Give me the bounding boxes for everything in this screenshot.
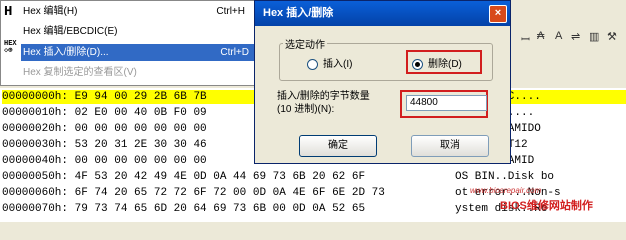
hex-bytes[interactable]: 00 00 00 00 00 00 00 [75, 155, 207, 167]
dialog-titlebar[interactable]: Hex 插入/删除 × [255, 1, 510, 26]
hex-address: 00000030h: [2, 139, 69, 151]
tools-icon[interactable]: ⚒ [607, 30, 617, 43]
hex-address: 00000040h: [2, 155, 69, 167]
find-icon[interactable]: ꟷ [521, 32, 530, 47]
hex-address: 00000000h: [2, 91, 69, 103]
hex-address: 00000050h: [2, 171, 69, 183]
hex-address: 00000060h: [2, 187, 69, 199]
hex-address: 00000010h: [2, 107, 69, 119]
insert-radio[interactable]: 插入(I) [307, 55, 352, 70]
menu-item-label: Hex 编辑(H) [23, 6, 78, 17]
toolbar: ꟷ ₳ A ⇌ ▥ ⚒ [511, 0, 626, 52]
hex-row[interactable]: 00000050h: 4F 53 20 42 49 4E 0D 0A 44 69… [2, 170, 365, 184]
hex-row[interactable]: 00000030h: 53 20 31 2E 30 30 46 [2, 138, 207, 152]
delete-radio-label: 删除(D) [428, 59, 462, 70]
hex-row[interactable]: 00000070h: 79 73 74 65 6D 20 64 69 73 6B… [2, 202, 365, 216]
menu-shortcut: Ctrl+D [220, 47, 249, 58]
hex-bytes[interactable]: 00 00 00 00 00 00 00 [75, 123, 207, 135]
menu-item-hex-insert-delete[interactable]: Hex 插入/删除(D)... Ctrl+D [21, 44, 259, 61]
hex-insert-icon: HEX ◇⊕ [4, 40, 17, 55]
edit-menu: H Hex 编辑(H) Ctrl+H Hex 编辑/EBCDIC(E) HEX ◇… [0, 0, 259, 86]
menu-item-label: Hex 复制选定的查看区(V) [23, 67, 137, 78]
insert-radio-label: 插入(I) [323, 59, 353, 70]
ok-button[interactable]: 确定 [299, 135, 377, 157]
dialog-title: Hex 插入/删除 [263, 7, 334, 19]
count-label: 插入/删除的字节数量 [277, 91, 370, 102]
action-group-title: 选定动作 [283, 36, 327, 51]
wrap-icon[interactable]: ⇌ [571, 30, 580, 43]
watermark-url: www.biosrepair.com [470, 186, 542, 195]
cancel-button[interactable]: 取消 [411, 135, 489, 157]
radio-icon [307, 58, 318, 70]
menu-item-label: Hex 编辑/EBCDIC(E) [23, 26, 118, 37]
hex-bytes[interactable]: 79 73 74 65 6D 20 64 69 73 6B 00 0D 0A 5… [75, 203, 365, 215]
hex-address: 00000020h: [2, 123, 69, 135]
close-icon: × [494, 7, 502, 19]
watermark-text: BIOS维修网站制作 [500, 200, 593, 212]
menu-item-copy-view: Hex 复制选定的查看区(V) [23, 64, 255, 81]
menu-shortcut: Ctrl+H [216, 6, 245, 17]
hex-edit-icon: H [4, 4, 13, 20]
replace-icon[interactable]: ₳ [537, 30, 544, 42]
hex-row[interactable]: 00000040h: 00 00 00 00 00 00 00 [2, 154, 207, 168]
menu-item-hex-ebcdic[interactable]: Hex 编辑/EBCDIC(E) [23, 23, 255, 40]
hex-ascii[interactable]: OS BIN..Disk bo [455, 170, 554, 184]
hex-row[interactable]: 00000010h: 02 E0 00 40 0B F0 09 [2, 106, 207, 120]
hex-bytes[interactable]: 6F 74 20 65 72 72 6F 72 00 0D 0A 4E 6F 6… [75, 187, 385, 199]
hex-insert-delete-dialog: Hex 插入/删除 × 选定动作 插入(I) 删除(D) 插入/删除的字节数量 … [254, 0, 511, 164]
menu-item-hex-edit[interactable]: Hex 编辑(H) Ctrl+H [23, 3, 255, 20]
hex-row[interactable]: 00000060h: 6F 74 20 65 72 72 6F 72 00 0D… [2, 186, 385, 200]
hex-row[interactable]: 00000020h: 00 00 00 00 00 00 00 [2, 122, 207, 136]
close-button[interactable]: × [489, 5, 507, 23]
byte-count-input[interactable]: 44800 [406, 95, 487, 111]
font-icon[interactable]: A [555, 30, 562, 42]
radio-selected-icon [412, 58, 423, 70]
hex-bytes[interactable]: 02 E0 00 40 0B F0 09 [75, 107, 207, 119]
column-icon[interactable]: ▥ [589, 30, 599, 43]
hex-address: 00000070h: [2, 203, 69, 215]
hex-bytes[interactable]: 4F 53 20 42 49 4E 0D 0A 44 69 73 6B 20 6… [75, 171, 365, 183]
hex-bytes[interactable]: E9 94 00 29 2B 6B 7B [75, 91, 207, 103]
delete-radio[interactable]: 删除(D) [412, 55, 462, 70]
count-label-unit: (10 进制)(N): [277, 104, 335, 115]
hex-bytes[interactable]: 53 20 31 2E 30 30 46 [75, 139, 207, 151]
menu-item-label: Hex 插入/删除(D)... [23, 47, 109, 58]
